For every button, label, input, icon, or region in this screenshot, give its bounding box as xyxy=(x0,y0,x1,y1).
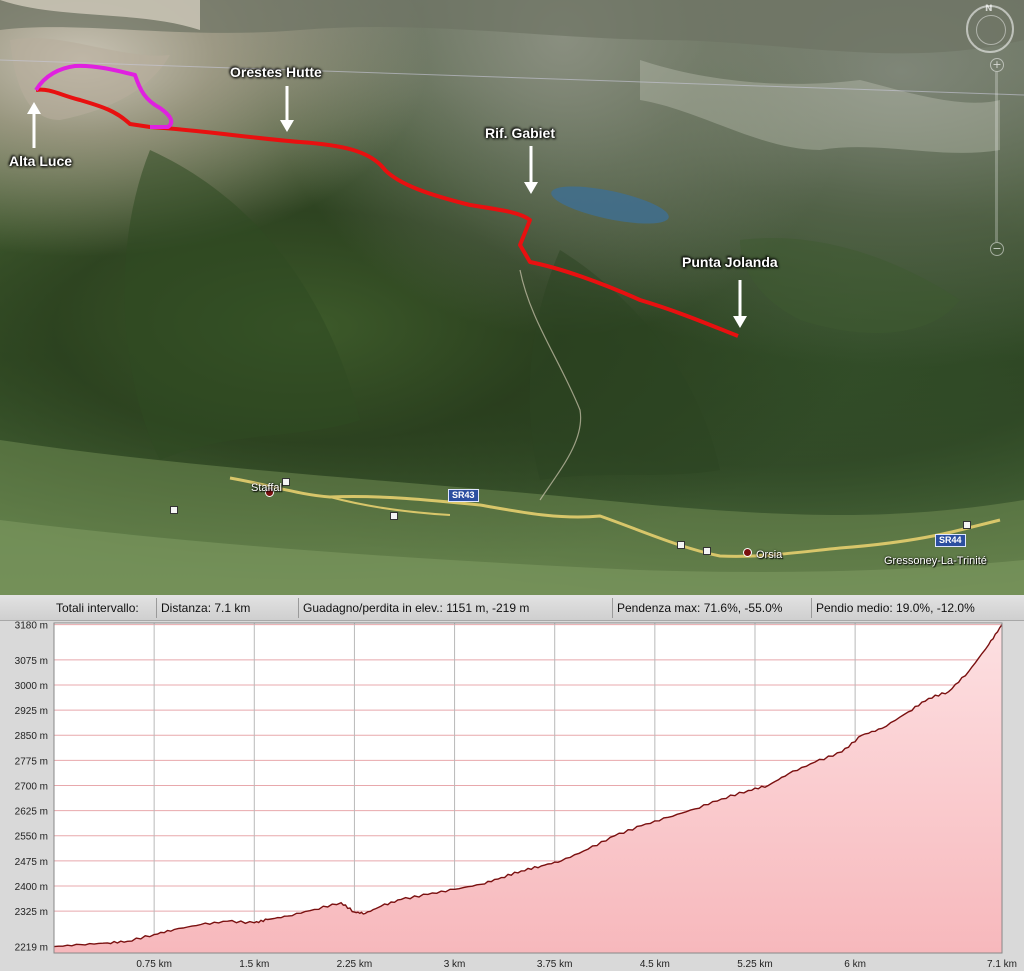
x-tick-label-1: 1.5 km xyxy=(239,959,269,970)
compass-ring[interactable] xyxy=(976,15,1006,45)
y-tick-label-2: 2400 m xyxy=(15,882,48,893)
bus-icon[interactable] xyxy=(703,547,711,555)
map-view[interactable]: Alta Luce Orestes Hutte Rif. Gabiet Punt… xyxy=(0,0,1024,595)
compass-north-label: N xyxy=(985,4,993,14)
zoom-slider-track[interactable] xyxy=(995,72,998,242)
y-axis-labels: 2219 m 2325 m 2400 m 2475 m 2550 m 2625 m 2700… xyxy=(15,621,48,954)
elevation-profile-panel[interactable]: Totali intervallo: Distanza: 7.1 km Guad… xyxy=(0,595,1024,971)
label-rif-gabiet[interactable]: Rif. Gabiet xyxy=(485,125,555,141)
stats-distance: Distanza: 7.1 km xyxy=(157,597,299,618)
x-tick-label-2: 2.25 km xyxy=(337,959,373,970)
terrain-features xyxy=(0,0,1024,595)
place-orsia: Orsia xyxy=(756,549,783,561)
place-gressoney: Gressoney-La-Trinité xyxy=(884,555,987,567)
compass-icon[interactable]: N xyxy=(966,4,1014,53)
poi-square-icon[interactable] xyxy=(390,512,398,520)
zoom-out-icon[interactable]: − xyxy=(990,242,1004,256)
stats-bar: Totali intervallo: Distanza: 7.1 km Guad… xyxy=(0,595,1024,621)
hotel-icon[interactable] xyxy=(282,478,290,486)
info-icon[interactable] xyxy=(170,506,178,514)
y-tick-label-8: 2850 m xyxy=(15,731,48,742)
x-tick-label-7: 6 km xyxy=(844,959,866,970)
road-shield-sr44: SR44 xyxy=(935,534,966,547)
zoom-control[interactable]: + − xyxy=(990,58,1004,258)
y-tick-label-12: 3180 m xyxy=(15,621,48,632)
orsia-marker-icon[interactable] xyxy=(743,548,752,557)
y-tick-label-4: 2550 m xyxy=(15,832,48,843)
y-tick-label-9: 2925 m xyxy=(15,706,48,717)
y-tick-label-10: 3000 m xyxy=(15,681,48,692)
road-shield-sr43: SR43 xyxy=(448,489,479,502)
label-orestes-hutte[interactable]: Orestes Hutte xyxy=(230,64,322,80)
x-tick-label-3: 3 km xyxy=(444,959,466,970)
y-tick-label-0: 2219 m xyxy=(15,943,48,954)
y-tick-label-1: 2325 m xyxy=(15,907,48,918)
zoom-in-icon[interactable]: + xyxy=(990,58,1004,72)
x-axis-labels: 0.75 km 1.5 km 2.25 km 3 km 3.75 km 4.5 km 5.2… xyxy=(136,959,1017,970)
stats-gain-loss: Guadagno/perdita in elev.: 1151 m, -219 … xyxy=(299,597,613,618)
poi-square-icon-2[interactable] xyxy=(963,521,971,529)
y-tick-label-3: 2475 m xyxy=(15,857,48,868)
x-tick-label-0: 0.75 km xyxy=(136,959,172,970)
stats-max-slope: Pendenza max: 71.6%, -55.0% xyxy=(613,597,812,618)
elevation-chart[interactable]: 2219 m 2325 m 2400 m 2475 m 2550 m 2625 m 2700… xyxy=(0,621,1024,971)
label-punta-jolanda[interactable]: Punta Jolanda xyxy=(682,254,778,270)
place-staffal: Staffal xyxy=(251,482,282,494)
label-alta-luce[interactable]: Alta Luce xyxy=(9,153,72,169)
x-tick-label-4: 3.75 km xyxy=(537,959,573,970)
x-tick-label-6: 5.25 km xyxy=(737,959,773,970)
stats-avg-slope: Pendio medio: 19.0%, -12.0% xyxy=(816,600,975,615)
y-tick-label-5: 2625 m xyxy=(15,807,48,818)
map-terrain xyxy=(0,0,1024,595)
y-tick-label-11: 3075 m xyxy=(15,656,48,667)
y-tick-label-7: 2775 m xyxy=(15,756,48,767)
y-tick-label-6: 2700 m xyxy=(15,781,48,792)
x-tick-label-8: 7.1 km xyxy=(987,959,1017,970)
x-tick-label-5: 4.5 km xyxy=(640,959,670,970)
stats-interval-label: Totali intervallo: xyxy=(0,597,157,618)
book-icon[interactable] xyxy=(677,541,685,549)
